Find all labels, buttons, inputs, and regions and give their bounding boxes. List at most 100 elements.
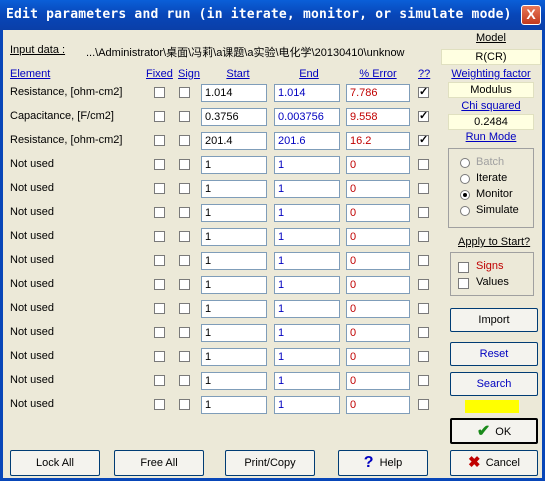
end-field[interactable]: 1 (274, 324, 340, 342)
sign-checkbox[interactable] (179, 351, 190, 362)
fixed-checkbox[interactable] (154, 111, 165, 122)
import-button[interactable]: Import (450, 308, 538, 332)
qq-checkbox[interactable] (418, 85, 429, 98)
end-field[interactable]: 1 (274, 372, 340, 390)
end-field[interactable]: 1.014 (274, 84, 340, 102)
element-label: Not used (10, 398, 55, 410)
fixed-checkbox[interactable] (154, 399, 165, 410)
fixed-checkbox[interactable] (154, 351, 165, 362)
sign-checkbox[interactable] (179, 207, 190, 218)
fixed-checkbox[interactable] (154, 183, 165, 194)
run-mode-label-item: Batch (476, 156, 505, 168)
end-field[interactable]: 1 (274, 204, 340, 222)
error-field: 0 (346, 228, 410, 246)
run-mode-radio[interactable] (460, 174, 470, 184)
fixed-checkbox[interactable] (154, 207, 165, 218)
qq-checkbox[interactable] (418, 327, 429, 338)
lock-all-button[interactable]: Lock All (10, 450, 100, 476)
sign-checkbox[interactable] (179, 231, 190, 242)
start-field[interactable]: 0.3756 (201, 108, 267, 126)
fixed-checkbox[interactable] (154, 279, 165, 290)
help-button[interactable]: ? Help (338, 450, 428, 476)
fixed-checkbox[interactable] (154, 303, 165, 314)
end-field[interactable]: 1 (274, 276, 340, 294)
apply-values-checkbox[interactable] (458, 278, 469, 289)
ok-button[interactable]: ✔ OK (450, 418, 538, 444)
start-field[interactable]: 1 (201, 180, 267, 198)
input-data-label: Input data : (10, 44, 66, 56)
run-mode-label-item: Iterate (476, 172, 508, 184)
element-label: Not used (10, 278, 55, 290)
element-label: Not used (10, 326, 55, 338)
apply-to-start-label: Apply to Start? (458, 236, 531, 248)
qq-checkbox[interactable] (418, 375, 429, 386)
sign-checkbox[interactable] (179, 255, 190, 266)
start-field[interactable]: 1 (201, 252, 267, 270)
end-field[interactable]: 1 (274, 396, 340, 414)
end-field[interactable]: 1 (274, 228, 340, 246)
sign-checkbox[interactable] (179, 183, 190, 194)
end-field[interactable]: 1 (274, 252, 340, 270)
start-field[interactable]: 1 (201, 276, 267, 294)
close-button[interactable]: X (521, 5, 541, 25)
sign-checkbox[interactable] (179, 159, 190, 170)
run-mode-radio[interactable] (460, 206, 470, 216)
cancel-button[interactable]: ✖ Cancel (450, 450, 538, 476)
sign-checkbox[interactable] (179, 279, 190, 290)
sign-checkbox[interactable] (179, 375, 190, 386)
search-button[interactable]: Search (450, 372, 538, 396)
ok-label: OK (495, 426, 512, 439)
sign-checkbox[interactable] (179, 399, 190, 410)
fixed-checkbox[interactable] (154, 231, 165, 242)
start-field[interactable]: 1 (201, 156, 267, 174)
start-field[interactable]: 1 (201, 204, 267, 222)
element-label: Not used (10, 374, 55, 386)
qq-checkbox[interactable] (418, 207, 429, 218)
free-all-button[interactable]: Free All (114, 450, 204, 476)
header-end: End (299, 68, 319, 80)
fixed-checkbox[interactable] (154, 159, 165, 170)
sign-checkbox[interactable] (179, 327, 190, 338)
start-field[interactable]: 1 (201, 396, 267, 414)
qq-checkbox[interactable] (418, 183, 429, 194)
qq-checkbox[interactable] (418, 159, 429, 170)
sign-checkbox[interactable] (179, 135, 190, 146)
reset-button[interactable]: Reset (450, 342, 538, 366)
start-field[interactable]: 1 (201, 348, 267, 366)
end-field[interactable]: 201.6 (274, 132, 340, 150)
fixed-checkbox[interactable] (154, 375, 165, 386)
qq-checkbox[interactable] (418, 133, 429, 146)
end-field[interactable]: 1 (274, 156, 340, 174)
fixed-checkbox[interactable] (154, 87, 165, 98)
start-field[interactable]: 1 (201, 372, 267, 390)
fixed-checkbox[interactable] (154, 327, 165, 338)
end-field[interactable]: 1 (274, 180, 340, 198)
end-field[interactable]: 0.003756 (274, 108, 340, 126)
sign-checkbox[interactable] (179, 111, 190, 122)
qq-checkbox[interactable] (418, 351, 429, 362)
fixed-checkbox[interactable] (154, 255, 165, 266)
qq-checkbox[interactable] (418, 255, 429, 266)
end-field[interactable]: 1 (274, 348, 340, 366)
run-mode-radio[interactable] (460, 190, 470, 200)
start-field[interactable]: 201.4 (201, 132, 267, 150)
sign-checkbox[interactable] (179, 87, 190, 98)
weighting-value[interactable]: Modulus (448, 82, 534, 98)
start-field[interactable]: 1 (201, 324, 267, 342)
header-element: Element (10, 68, 51, 80)
fixed-checkbox[interactable] (154, 135, 165, 146)
qq-checkbox[interactable] (418, 303, 429, 314)
print-copy-button[interactable]: Print/Copy (225, 450, 315, 476)
qq-checkbox[interactable] (418, 231, 429, 242)
start-field[interactable]: 1 (201, 300, 267, 318)
qq-checkbox[interactable] (418, 279, 429, 290)
start-field[interactable]: 1 (201, 228, 267, 246)
sign-checkbox[interactable] (179, 303, 190, 314)
apply-to-start-group (450, 252, 534, 296)
qq-checkbox[interactable] (418, 109, 429, 122)
apply-signs-checkbox[interactable] (458, 262, 469, 273)
qq-checkbox[interactable] (418, 399, 429, 410)
start-field[interactable]: 1.014 (201, 84, 267, 102)
end-field[interactable]: 1 (274, 300, 340, 318)
apply-signs-label: Signs (476, 260, 504, 272)
